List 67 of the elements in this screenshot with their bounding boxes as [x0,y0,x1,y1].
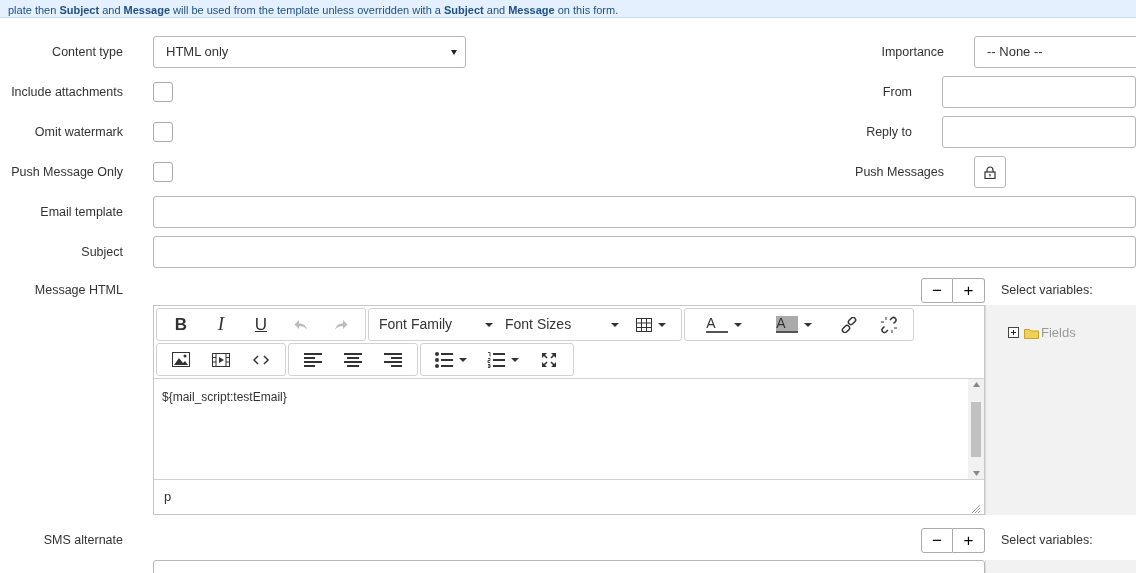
align-right-icon [384,352,402,367]
highlight-color-button[interactable]: A [759,309,829,340]
field-label: Importance [880,43,944,61]
caret-icon [733,322,742,327]
link-icon [841,316,857,333]
field-label: Content type [51,43,123,61]
element-path[interactable]: p [164,487,172,507]
align-center-icon [344,352,362,367]
caret-icon [459,357,467,362]
caret-icon [511,357,519,362]
zoom-button[interactable]: − [921,278,953,303]
field-label: Reply to [865,123,912,141]
bold-button[interactable]: B [161,309,201,340]
broken-link-icon [880,315,898,334]
align-left-icon [304,352,322,367]
field-label: Push Messages [854,163,944,181]
scroll-down-icon [972,471,980,476]
zoom-button[interactable]: + [953,528,985,553]
input-field[interactable] [153,196,1136,228]
lock-button[interactable] [974,156,1006,188]
variables-label: Select variables: [1001,532,1093,550]
fullscreen-icon [541,351,557,368]
text-color-button[interactable]: A [689,309,759,340]
bulleted-list-icon [435,351,453,368]
select-field[interactable]: -- None -- [974,36,1136,68]
lock-icon [984,165,996,179]
dropdown-button[interactable]: Font Family [373,309,499,340]
field-label: Push Message Only [10,163,123,181]
image-icon [172,352,190,367]
field-label: Email template [39,203,123,221]
select-field[interactable]: HTML only [153,36,466,68]
checkbox[interactable] [153,162,173,182]
code-icon [253,353,269,366]
caret-icon [611,322,619,327]
numbered-list-icon [487,351,505,368]
folder-icon [1024,326,1039,339]
field-label: Omit watermark [33,123,123,141]
italic-button[interactable]: I [201,309,241,340]
table-icon [636,317,652,332]
zoom-button[interactable]: + [953,278,985,303]
field-label: Subject [80,243,123,261]
underline-button[interactable]: U [241,309,281,340]
field-label: SMS alternate [42,532,123,550]
caret-icon [658,322,666,327]
expand-icon[interactable] [1008,327,1019,339]
caret-icon [451,49,457,55]
field-label: Message HTML [33,282,123,300]
info-banner: plate then Subject and Message will be used from the template unless overridden with a Subject and Message on this form. [0,0,1136,18]
caret-icon [485,322,493,327]
film-icon [212,352,230,367]
scroll-up-icon [972,382,980,387]
zoom-button[interactable]: − [921,528,953,553]
editor-text[interactable]: ${mail_script:testEmail} [154,379,968,479]
field-label: From [881,83,912,101]
variables-label: Select variables: [1001,282,1093,300]
input-field[interactable] [942,116,1136,148]
redo-icon [333,317,349,332]
caret-icon [803,322,812,327]
input-field[interactable] [942,76,1136,108]
dropdown-button[interactable]: Font Sizes [499,309,625,340]
checkbox[interactable] [153,82,173,102]
field-label: Include attachments [10,83,123,101]
checkbox[interactable] [153,122,173,142]
resize-grip-icon [971,504,981,514]
scrollbar-thumb[interactable] [971,401,981,457]
scrollbar[interactable] [968,379,984,479]
input-field[interactable] [153,236,1136,268]
